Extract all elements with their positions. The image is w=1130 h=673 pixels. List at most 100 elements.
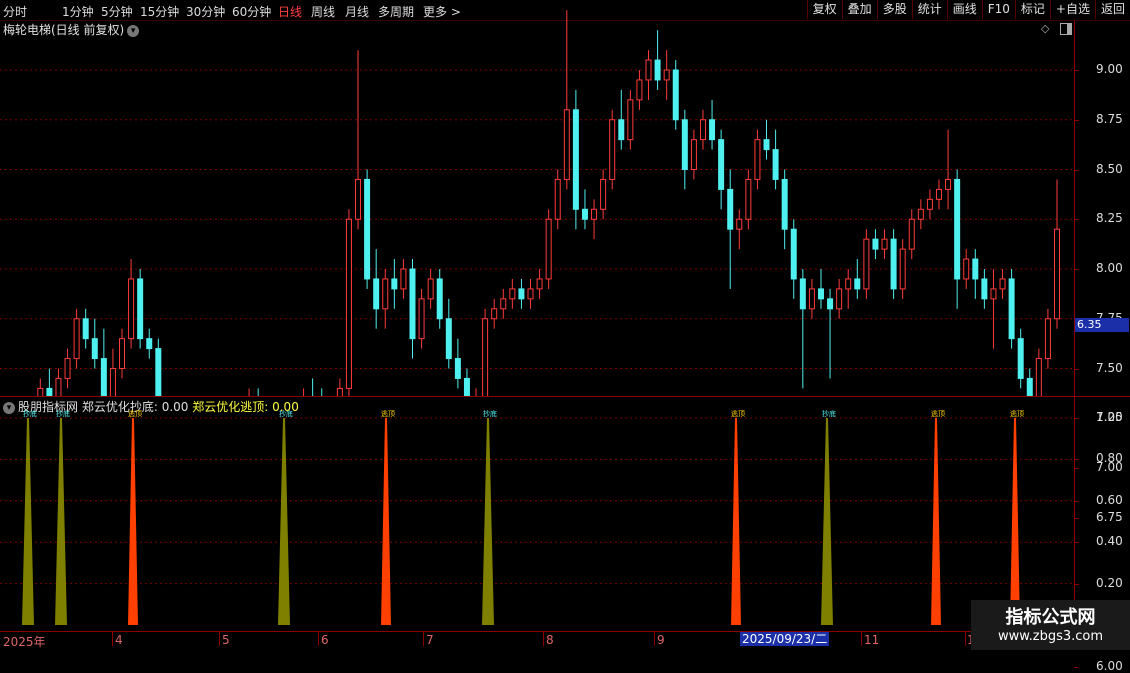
- candle: [1017, 328, 1024, 389]
- indicator-axis: [1074, 397, 1075, 631]
- signal-spike-shape: [731, 418, 741, 625]
- candlestick-chart[interactable]: [0, 0, 1074, 396]
- back-button[interactable]: 返回: [1094, 0, 1130, 19]
- signal-marker-text: 抄底: [822, 409, 836, 418]
- candle: [745, 169, 752, 230]
- candle-body: [591, 208, 598, 220]
- candle-body: [972, 258, 979, 280]
- candle-body: [872, 238, 879, 250]
- candle: [527, 278, 534, 309]
- signal-spike-shape: [1010, 418, 1020, 625]
- candle: [303, 388, 305, 396]
- candle: [336, 378, 343, 396]
- signal-spike-shape: [278, 418, 290, 625]
- candle: [1044, 308, 1051, 369]
- candle-body: [445, 318, 452, 360]
- candle-body: [836, 288, 843, 310]
- candle: [518, 278, 525, 309]
- candle: [100, 328, 107, 396]
- candle: [999, 269, 1006, 299]
- candle: [436, 269, 443, 329]
- candle: [109, 348, 116, 396]
- candle: [990, 269, 997, 349]
- candle-body: [482, 318, 489, 396]
- candle-body: [82, 318, 89, 340]
- candle-body: [781, 178, 788, 230]
- candle: [781, 169, 788, 250]
- candle-body: [500, 298, 507, 310]
- candle: [82, 308, 89, 349]
- top-signal-spike: 逃顶: [128, 409, 142, 625]
- candle-body: [890, 238, 897, 290]
- indicator-tick-mark: [1074, 459, 1079, 461]
- candle-body: [527, 288, 534, 300]
- time-label: 2025年: [3, 635, 46, 649]
- indicator-chart[interactable]: 抄底 抄底 抄底 抄底 抄底 逃顶 逃顶 逃顶 逃顶 逃顶: [0, 397, 1074, 631]
- candle: [836, 278, 843, 319]
- candle: [445, 298, 452, 369]
- candle: [827, 288, 834, 379]
- candle-body: [945, 178, 952, 190]
- signal-marker-text: 逃顶: [731, 409, 745, 418]
- candle-body: [636, 79, 643, 101]
- candle-body: [146, 338, 153, 350]
- last-price-tag: 6.35: [1075, 318, 1129, 332]
- candle-body: [600, 178, 607, 210]
- candle-body: [46, 387, 53, 396]
- signal-spike-shape: [55, 418, 67, 625]
- candle: [881, 229, 888, 260]
- candle: [46, 368, 53, 396]
- candle-body: [627, 99, 634, 141]
- candle-body: [899, 248, 906, 290]
- price-tick-label: 6.00: [1096, 659, 1123, 673]
- price-tick-label: 7.50: [1096, 360, 1123, 375]
- candle: [400, 259, 407, 299]
- price-tick-mark: [1074, 169, 1079, 171]
- candle: [954, 169, 961, 309]
- signal-marker-text: 抄底: [56, 409, 70, 418]
- time-label: 8: [546, 633, 554, 647]
- candle-body: [119, 338, 126, 369]
- signal-spike-shape: [821, 418, 833, 625]
- candle: [890, 229, 897, 299]
- candle-body: [536, 278, 543, 290]
- candle-body: [654, 59, 661, 81]
- price-tick-label: 6.75: [1096, 509, 1123, 524]
- indicator-tick-mark: [1074, 542, 1079, 544]
- price-tick-mark: [1074, 219, 1079, 221]
- signal-marker-text: 抄底: [279, 409, 293, 418]
- candle: [645, 50, 652, 100]
- candle: [64, 348, 71, 389]
- candle-body: [518, 288, 525, 300]
- bottom-signal-spike: 抄底: [821, 409, 836, 625]
- candle: [563, 10, 570, 190]
- candle-body: [91, 338, 98, 360]
- candle-body: [954, 178, 961, 280]
- signal-marker-text: 逃顶: [1010, 409, 1024, 418]
- candle: [55, 368, 62, 396]
- candle-body: [382, 278, 389, 310]
- candle: [908, 209, 915, 260]
- time-separator: [861, 632, 862, 646]
- candle-body: [1017, 338, 1024, 379]
- candle: [382, 269, 389, 329]
- candle-body: [854, 278, 861, 290]
- candle: [609, 109, 616, 190]
- price-tick-label: 8.25: [1096, 211, 1123, 226]
- candle-body: [754, 139, 761, 180]
- candle-body: [1008, 278, 1015, 340]
- candle: [37, 378, 44, 396]
- time-label: 9: [657, 633, 665, 647]
- candle: [1008, 269, 1015, 349]
- candle-body: [563, 109, 570, 180]
- time-axis: 2025年 4 5 6 7 8 9 11 1: [0, 631, 1130, 651]
- candle-body: [817, 288, 824, 300]
- candle: [454, 338, 461, 389]
- candle-body: [355, 178, 362, 220]
- candle-body: [981, 278, 988, 300]
- candle-body: [554, 178, 561, 220]
- time-separator: [112, 632, 113, 646]
- indicator-tick-label: 0.80: [1096, 451, 1123, 466]
- time-separator: [543, 632, 544, 646]
- price-tick-label: 8.50: [1096, 161, 1123, 176]
